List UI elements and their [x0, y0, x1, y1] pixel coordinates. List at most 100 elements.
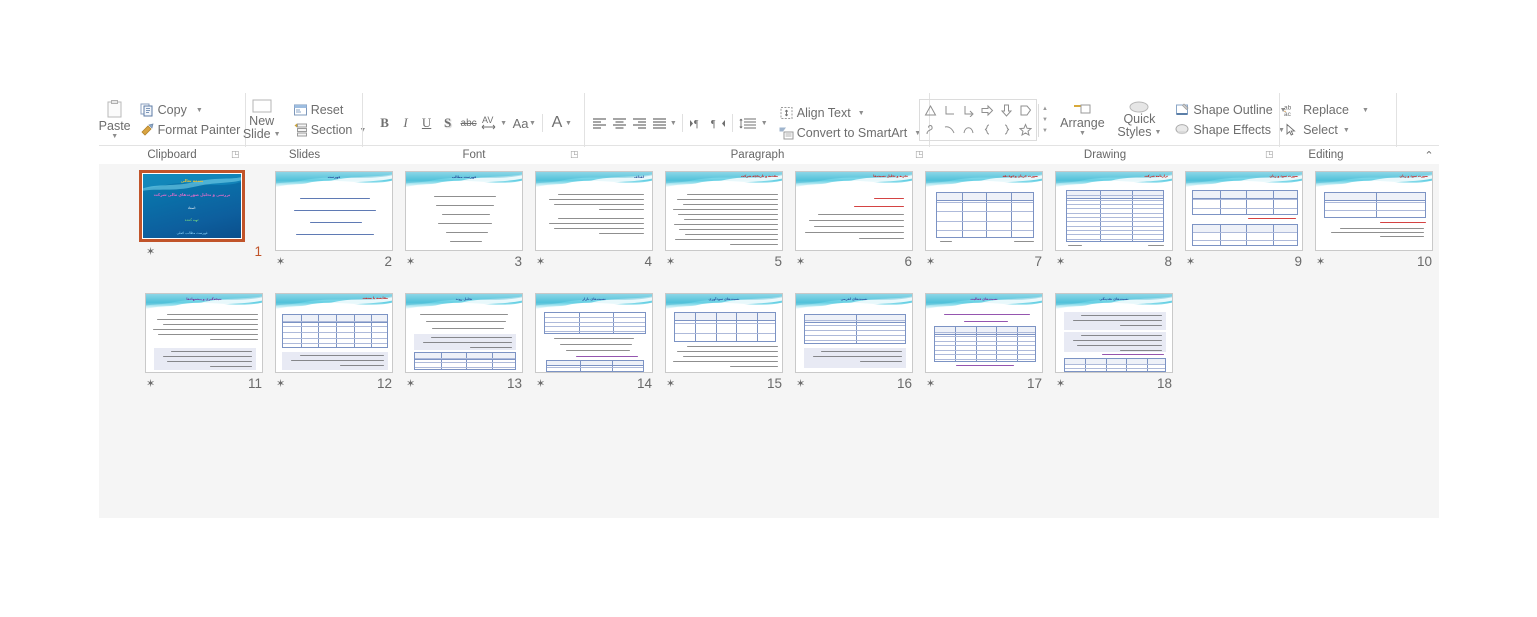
slide-thumbnail-13[interactable]: تحلیل روند ✶ 13 — [399, 292, 529, 392]
animation-star-icon[interactable]: ✶ — [146, 246, 155, 258]
drawing-dialog-launcher[interactable]: ◳ — [1265, 149, 1275, 159]
shape-curve-up-icon[interactable] — [940, 120, 959, 139]
underline-button[interactable]: U — [417, 114, 436, 133]
slide-thumbnail-10[interactable]: صورت سود و زیان ✶ 10 — [1309, 170, 1439, 270]
align-text-button[interactable]: Align Text ▼ — [776, 105, 924, 122]
ltr-text-direction-button[interactable]: ¶ — [688, 114, 707, 133]
new-slide-button[interactable]: New Slide ▼ — [239, 98, 285, 142]
rtl-text-direction-button[interactable]: ¶ — [708, 114, 727, 133]
animation-star-icon[interactable]: ✶ — [1316, 256, 1325, 268]
line-spacing-button[interactable] — [738, 114, 760, 133]
animation-star-icon[interactable]: ✶ — [536, 256, 545, 268]
slide-thumbnail-18[interactable]: نسبت‌های نقدینگی ✶ 18 — [1049, 292, 1179, 392]
slide-thumbnail-frame[interactable]: ترازنامه شرکت — [1049, 170, 1179, 252]
shapes-scroll-down-icon[interactable]: ▼ — [1039, 115, 1050, 126]
slide-thumbnail-frame[interactable]: اهداف — [529, 170, 659, 252]
change-case-button[interactable]: Aa ▼ — [512, 114, 536, 133]
chevron-down-icon[interactable]: ▼ — [196, 107, 203, 114]
copy-button[interactable]: Copy ▼ — [137, 102, 244, 119]
font-color-button[interactable]: A ▼ — [549, 114, 572, 133]
slide-thumbnail-frame[interactable]: نتیجه‌گیری و پیشنهادها — [139, 292, 269, 374]
slide-thumbnail-5[interactable]: مقدمه و تاریخچه شرکت ✶ 5 — [659, 170, 789, 270]
paragraph-dialog-launcher[interactable]: ◳ — [915, 149, 925, 159]
animation-star-icon[interactable]: ✶ — [1056, 378, 1065, 390]
chevron-down-icon[interactable]: ▼ — [529, 120, 536, 127]
chevron-down-icon[interactable]: ▼ — [500, 120, 507, 127]
slide-thumbnail-frame[interactable]: تجزیه و تحلیل نسبت‌ها — [789, 170, 919, 252]
chevron-down-icon[interactable]: ▼ — [1079, 130, 1086, 137]
shape-down-arrow-icon[interactable] — [997, 101, 1016, 120]
animation-star-icon[interactable]: ✶ — [1056, 256, 1065, 268]
chevron-down-icon[interactable]: ▼ — [761, 120, 768, 127]
slide-thumbnail-1[interactable]: بسمه تعالی بررسی و تحلیل صورت‌های مالی شر… — [139, 170, 269, 270]
clipboard-dialog-launcher[interactable]: ◳ — [231, 149, 241, 159]
shape-freeform-icon[interactable] — [921, 120, 940, 139]
chevron-down-icon[interactable]: ▼ — [111, 133, 118, 140]
slide-thumbnail-frame[interactable]: نسبت‌های سودآوری — [659, 292, 789, 374]
format-painter-button[interactable]: Format Painter — [137, 122, 244, 139]
animation-star-icon[interactable]: ✶ — [666, 378, 675, 390]
animation-star-icon[interactable]: ✶ — [926, 256, 935, 268]
slide-thumbnail-frame[interactable]: فهرست مطالب — [399, 170, 529, 252]
animation-star-icon[interactable]: ✶ — [276, 378, 285, 390]
slide-thumbnail-frame[interactable]: نسبت‌های اهرمی — [789, 292, 919, 374]
animation-star-icon[interactable]: ✶ — [796, 378, 805, 390]
slide-thumbnail-16[interactable]: نسبت‌های اهرمی ✶ 16 — [789, 292, 919, 392]
align-left-button[interactable] — [590, 114, 609, 133]
shape-right-brace-icon[interactable] — [997, 120, 1016, 139]
shape-effects-button[interactable]: Shape Effects ▼ — [1172, 122, 1289, 139]
paste-button[interactable]: Paste ▼ — [95, 99, 135, 141]
replace-button[interactable]: ab ac Replace ▼ — [1281, 102, 1372, 119]
convert-to-smartart-button[interactable]: Convert to SmartArt ▼ — [776, 125, 924, 142]
animation-star-icon[interactable]: ✶ — [406, 378, 415, 390]
justify-button[interactable] — [650, 114, 669, 133]
chevron-down-icon[interactable]: ▼ — [1362, 107, 1369, 114]
chevron-down-icon[interactable]: ▼ — [1154, 129, 1161, 136]
section-button[interactable]: Section ▼ — [290, 122, 370, 139]
slide-thumbnail-7[interactable]: صورت جریان وجوه نقد ✶ 7 — [919, 170, 1049, 270]
animation-star-icon[interactable]: ✶ — [1186, 256, 1195, 268]
slide-thumbnail-2[interactable]: فهرست ✶ 2 — [269, 170, 399, 270]
shape-star-icon[interactable] — [1016, 120, 1035, 139]
slide-thumbnail-frame[interactable]: فهرست — [269, 170, 399, 252]
slide-thumbnail-9[interactable]: صورت سود و زیان ✶ 9 — [1179, 170, 1309, 270]
animation-star-icon[interactable]: ✶ — [666, 256, 675, 268]
chevron-down-icon[interactable]: ▼ — [274, 131, 281, 138]
animation-star-icon[interactable]: ✶ — [536, 378, 545, 390]
animation-star-icon[interactable]: ✶ — [796, 256, 805, 268]
font-dialog-launcher[interactable]: ◳ — [570, 149, 580, 159]
text-shadow-button[interactable]: S — [438, 114, 457, 133]
shapes-gallery-scrollbar[interactable]: ▲ ▼ ▼ — [1038, 103, 1050, 137]
shape-arc-icon[interactable] — [959, 120, 978, 139]
character-spacing-button[interactable]: AV ▼ — [480, 114, 507, 132]
slide-thumbnail-frame[interactable]: تحلیل روند — [399, 292, 529, 374]
slide-thumbnail-6[interactable]: تجزیه و تحلیل نسبت‌ها ✶ 6 — [789, 170, 919, 270]
slide-thumbnail-frame[interactable]: مقدمه و تاریخچه شرکت — [659, 170, 789, 252]
slide-thumbnail-frame[interactable]: نسبت‌های بازار — [529, 292, 659, 374]
slide-thumbnail-4[interactable]: اهداف ✶ 4 — [529, 170, 659, 270]
align-right-button[interactable] — [630, 114, 649, 133]
shapes-gallery[interactable]: ▲ ▼ ▼ — [919, 99, 1050, 141]
arrange-button[interactable]: Arrange ▼ — [1056, 103, 1108, 138]
select-button[interactable]: Select ▼ — [1281, 122, 1372, 139]
slide-thumbnail-17[interactable]: نسبت‌های فعالیت ✶ 17 — [919, 292, 1049, 392]
chevron-down-icon[interactable]: ▼ — [670, 120, 677, 127]
chevron-down-icon[interactable]: ▼ — [565, 120, 572, 127]
reset-button[interactable]: Reset — [290, 102, 370, 119]
shape-outline-button[interactable]: Shape Outline ▼ — [1172, 102, 1289, 119]
slide-thumbnail-frame[interactable]: صورت سود و زیان — [1309, 170, 1439, 252]
shape-right-arrow-icon[interactable] — [978, 101, 997, 120]
shape-pentagon-icon[interactable] — [1016, 101, 1035, 120]
slide-thumbnail-8[interactable]: ترازنامه شرکت ✶ 8 — [1049, 170, 1179, 270]
slide-thumbnail-frame[interactable]: نسبت‌های فعالیت — [919, 292, 1049, 374]
shapes-more-icon[interactable]: ▼ — [1039, 126, 1050, 137]
quick-styles-button[interactable]: Quick Styles ▼ — [1114, 100, 1164, 140]
slide-thumbnail-frame[interactable]: صورت جریان وجوه نقد — [919, 170, 1049, 252]
slide-thumbnail-3[interactable]: فهرست مطالب ✶ 3 — [399, 170, 529, 270]
shape-triangle-icon[interactable] — [921, 101, 940, 120]
slide-thumbnail-12[interactable]: مقایسه با صنعت ✶ 12 — [269, 292, 399, 392]
align-center-button[interactable] — [610, 114, 629, 133]
slide-thumbnail-frame[interactable]: نسبت‌های نقدینگی — [1049, 292, 1179, 374]
slide-thumbnail-15[interactable]: نسبت‌های سودآوری ✶ 15 — [659, 292, 789, 392]
chevron-down-icon[interactable]: ▼ — [1343, 127, 1350, 134]
